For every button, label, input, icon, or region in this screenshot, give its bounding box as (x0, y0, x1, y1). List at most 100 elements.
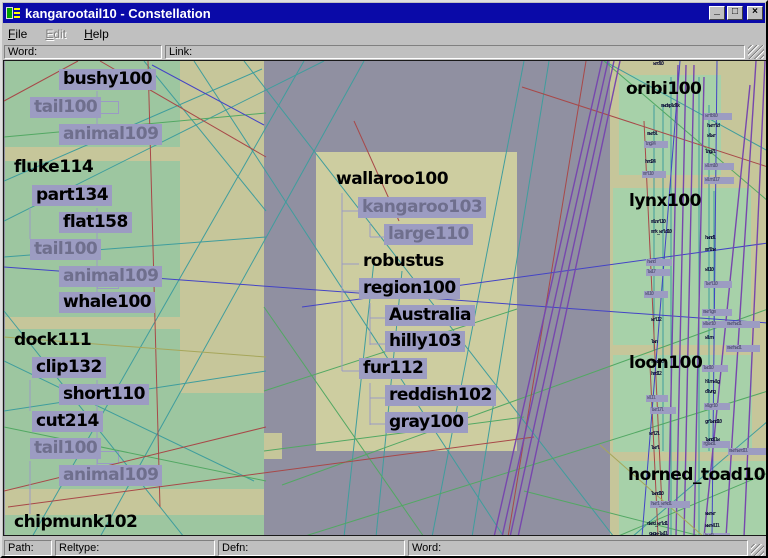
micro-word-label[interactable]: hrd24 (644, 159, 670, 166)
word-node-clip132[interactable]: clip132 (32, 357, 106, 378)
link-field[interactable]: Link: (165, 45, 745, 59)
micro-word-label[interactable]: hwndl (704, 235, 732, 242)
micro-word-label[interactable]: dlvng (704, 389, 726, 396)
micro-word-label[interactable]: lwnd10 (650, 491, 676, 498)
status-path: Path: (4, 540, 52, 556)
menu-bar: File Edit Help (2, 24, 766, 44)
micro-word-label[interactable]: lwrl (650, 445, 672, 452)
menu-help[interactable]: Help (84, 27, 109, 41)
window-title: kangarootail10 - Constellation (25, 6, 705, 21)
micro-word-label[interactable]: wlrn (704, 335, 728, 342)
word-node-wallaroo100[interactable]: wallaroo100 (332, 169, 452, 190)
micro-word-label[interactable]: wrdl0 (652, 61, 682, 68)
relation-line (152, 65, 264, 125)
word-node-fur112[interactable]: fur112 (359, 358, 427, 379)
micro-word-label[interactable]: lwr17l (650, 407, 676, 414)
micro-word-label[interactable]: lw17 (646, 269, 670, 276)
micro-word-label[interactable]: mrk_wrld10 (650, 229, 696, 236)
minimize-button[interactable]: _ (709, 6, 725, 20)
word-node-tail100[interactable]: tail100 (30, 438, 101, 459)
close-button[interactable]: × (747, 6, 763, 20)
micro-word-label[interactable]: dwrd_wrld1 (646, 521, 686, 528)
micro-word-label[interactable]: wlwr (706, 133, 734, 140)
word-node-lynx100[interactable]: lynx100 (625, 191, 705, 212)
micro-word-label[interactable]: wrtbl0 (704, 113, 732, 120)
title-bar[interactable]: kangarootail10 - Constellation _ □ × (3, 3, 765, 23)
micro-word-label[interactable]: mrlhw (704, 247, 732, 254)
word-node-tail100[interactable]: tail100 (30, 97, 101, 118)
micro-word-label[interactable]: lng24 (644, 141, 668, 148)
micro-word-label[interactable]: mrl10 (642, 171, 666, 178)
word-node-robustus[interactable]: robustus (359, 251, 448, 272)
window-controls: _ □ × (709, 6, 763, 20)
status-bar: Path: Reltype: Defn: Word: (2, 536, 766, 558)
word-node-region100[interactable]: region100 (359, 278, 460, 299)
resize-grip[interactable] (751, 544, 764, 557)
word-node-animal109[interactable]: animal109 (59, 124, 162, 145)
maximize-button[interactable]: □ (727, 6, 743, 20)
app-icon[interactable] (5, 6, 21, 20)
relation-line (510, 61, 614, 536)
word-node-fluke114[interactable]: fluke114 (10, 157, 97, 178)
micro-word-label[interactable]: hlrnwlg (704, 379, 734, 386)
word-node-animal109[interactable]: animal109 (59, 266, 162, 287)
micro-word-label[interactable]: lwn (650, 339, 670, 346)
word-node-bushy100[interactable]: bushy100 (59, 69, 156, 90)
micro-word-label[interactable]: hwd2 (704, 533, 730, 536)
micro-word-label[interactable]: wwrwl1l (704, 523, 734, 530)
word-node-flat158[interactable]: flat158 (59, 212, 132, 233)
micro-word-label[interactable]: wlgr10 (704, 403, 730, 410)
word-node-australia[interactable]: Australia (385, 305, 475, 326)
micro-word-label[interactable]: mwrlgm (702, 309, 732, 316)
word-node-horned_toad100[interactable]: horned_toad100 (624, 465, 767, 486)
app-icon-glyph (6, 7, 13, 19)
word-node-dock111[interactable]: dock111 (10, 330, 95, 351)
word-node-tail100[interactable]: tail100 (30, 239, 101, 260)
word-node-loon100[interactable]: loon100 (625, 353, 706, 374)
menu-file[interactable]: File (8, 27, 27, 41)
micro-word-label[interactable]: rglwd1 (702, 441, 730, 448)
relation-line (518, 61, 620, 536)
word-node-animal109[interactable]: animal109 (59, 465, 162, 486)
word-node-whale100[interactable]: whale100 (59, 292, 155, 313)
graph-canvas[interactable]: wrdl0 mwdspldlk wrtbl0 hwrrld wlwr mwrbl lng24… (3, 60, 767, 536)
word-node-gray100[interactable]: gray100 (385, 412, 468, 433)
micro-word-label[interactable]: mwrhwd1 (726, 345, 760, 352)
status-word: Word: (408, 540, 748, 556)
micro-word-label[interactable]: wrl2l (648, 431, 670, 438)
micro-word-label[interactable]: hwrrld (706, 123, 736, 130)
micro-word-label[interactable]: lng2l (704, 149, 728, 156)
app-window: kangarootail10 - Constellation _ □ × Fil… (0, 0, 768, 558)
word-node-cut214[interactable]: cut214 (32, 411, 103, 432)
word-node-chipmunk102[interactable]: chipmunk102 (10, 512, 141, 533)
micro-word-label[interactable]: wwrwr (704, 511, 728, 518)
word-node-kangaroo103[interactable]: kangaroo103 (358, 197, 486, 218)
micro-word-label[interactable]: gwgw-lw1l (648, 531, 682, 536)
micro-word-label[interactable]: wlrn1l7 (704, 177, 734, 184)
micro-word-label[interactable]: mwrhwrd1l (728, 448, 767, 455)
word-node-hilly103[interactable]: hilly103 (385, 331, 465, 352)
relation-line (502, 61, 608, 536)
relation-line (282, 309, 767, 485)
word-node-short110[interactable]: short110 (59, 384, 149, 405)
micro-word-label[interactable]: mlnrl10 (650, 219, 684, 226)
micro-word-label[interactable]: wl10 (644, 291, 668, 298)
micro-word-label[interactable]: wlrn10 (704, 163, 734, 170)
toolbar-grip[interactable] (748, 45, 764, 59)
relation-line (508, 61, 586, 536)
word-node-large110[interactable]: large110 (384, 224, 473, 245)
word-field[interactable]: Word: (4, 45, 162, 59)
micro-word-label[interactable]: mwrhwd1 (726, 321, 760, 328)
word-node-oribi100[interactable]: oribi100 (622, 79, 705, 100)
micro-word-label[interactable]: grlwnd10 (704, 419, 734, 426)
micro-word-label[interactable]: wl10 (704, 267, 730, 274)
micro-word-label[interactable]: hwnd (646, 259, 672, 266)
micro-word-label[interactable]: mwdspldlk (660, 103, 700, 110)
word-node-reddish102[interactable]: reddish102 (385, 385, 496, 406)
micro-word-label[interactable]: mwrbl (646, 131, 672, 138)
micro-word-label[interactable]: hwr1_wrkd1 (650, 501, 690, 508)
word-node-part134[interactable]: part134 (32, 185, 112, 206)
micro-word-label[interactable]: wrl12 (650, 317, 676, 324)
micro-word-label[interactable]: wl1l (646, 395, 668, 402)
micro-word-label[interactable]: lwrl10 (704, 281, 732, 288)
